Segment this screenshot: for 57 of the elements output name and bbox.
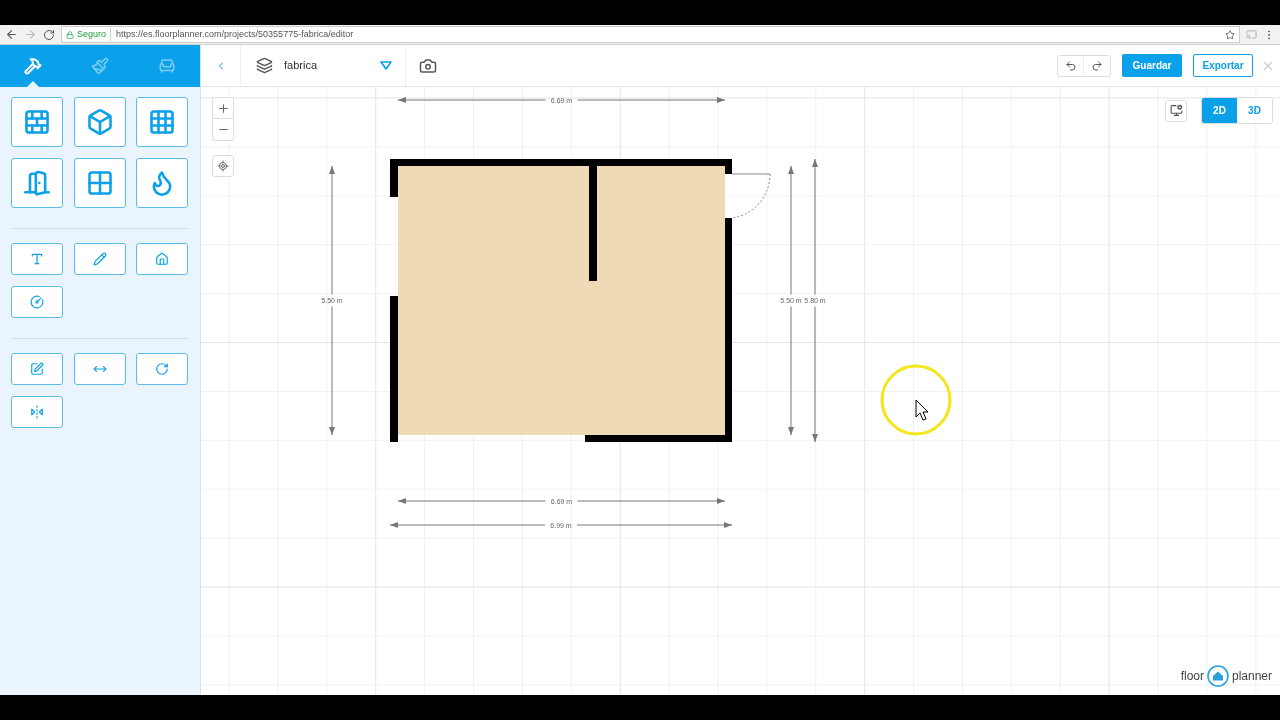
tool-button[interactable] [11, 243, 63, 275]
pencil-icon [92, 252, 107, 266]
layers-icon [256, 57, 273, 74]
dropdown-icon[interactable] [380, 61, 392, 70]
url-text: https://es.floorplanner.com/projects/50355775-fabrica/editor [115, 27, 354, 41]
tool-button[interactable] [11, 353, 63, 385]
camera-icon[interactable] [419, 56, 437, 75]
tool-button[interactable] [136, 243, 189, 275]
flip-icon [30, 405, 44, 419]
floor-plan-drawing[interactable] [390, 159, 771, 442]
tool-button[interactable] [136, 97, 189, 147]
window-icon [85, 169, 114, 197]
monitor-settings-icon [1169, 104, 1183, 117]
lock-icon [66, 30, 74, 39]
undo-icon [1064, 59, 1077, 72]
display-settings-button[interactable] [1165, 99, 1187, 122]
tool-button[interactable] [11, 396, 63, 428]
project-name: fabrica [284, 58, 319, 74]
house-logo-icon [1206, 665, 1229, 687]
selected-tab-pointer [27, 81, 40, 87]
wall-icon [23, 108, 51, 136]
brand-text: planner [1231, 668, 1272, 685]
address-field[interactable]: Seguro https://es.floorplanner.com/projects/50355775-fabrica/editor [61, 26, 1240, 43]
tool-button[interactable] [11, 97, 63, 147]
cast-icon[interactable] [1246, 29, 1257, 40]
text-icon [30, 252, 44, 266]
rotate-icon [155, 362, 170, 376]
tool-button[interactable] [11, 286, 63, 318]
view-mode-tab[interactable]: 2D [1202, 98, 1237, 123]
center-view-button[interactable] [212, 155, 234, 177]
door-icon [23, 169, 51, 197]
floor-tiles-icon [148, 108, 177, 136]
locate-icon [217, 160, 229, 172]
house-icon [155, 252, 170, 266]
cursor-icon [915, 399, 929, 421]
back-icon[interactable] [5, 28, 18, 41]
tool-button[interactable] [73, 97, 126, 147]
tool-button[interactable] [73, 243, 126, 275]
gauge-icon [30, 295, 44, 309]
click-highlight [880, 364, 952, 436]
plus-icon [216, 101, 230, 115]
forward-icon[interactable] [24, 28, 37, 41]
tool-button[interactable] [11, 158, 63, 208]
tool-button[interactable] [136, 158, 189, 208]
edit-icon [30, 362, 44, 376]
secure-label: Seguro [77, 27, 112, 42]
bookmark-star-icon[interactable] [1225, 29, 1235, 40]
tool-button[interactable] [73, 158, 126, 208]
tool-button[interactable] [136, 353, 189, 385]
zoom-in-button[interactable] [212, 97, 234, 119]
redo-icon [1091, 59, 1103, 72]
export-button[interactable]: Exportar [1193, 54, 1253, 77]
box-icon [85, 108, 114, 136]
brand-text: floor [1180, 668, 1204, 685]
reload-icon[interactable] [43, 28, 55, 41]
save-button[interactable]: Guardar [1122, 54, 1182, 77]
tool-button[interactable] [73, 353, 126, 385]
